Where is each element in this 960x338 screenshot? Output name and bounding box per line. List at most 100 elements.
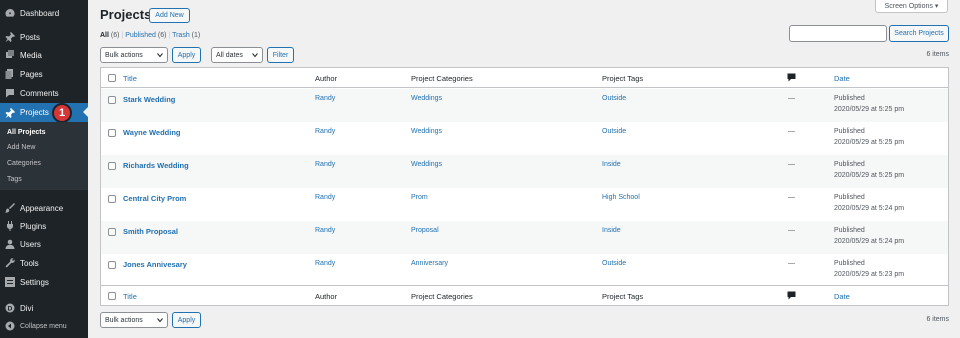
filter-button[interactable]: Filter [267, 47, 294, 63]
chevron-down-icon [252, 53, 258, 58]
post-date: 2020/05/29 at 5:25 pm [834, 139, 905, 146]
author-link[interactable]: Randy [315, 227, 335, 234]
step-badge: 1 [52, 103, 72, 123]
author-link[interactable]: Randy [315, 194, 335, 201]
items-count: 6 items [926, 51, 949, 58]
menu-users[interactable]: Users [0, 235, 88, 253]
admin-sidebar: Dashboard Posts Media Pages Comments Pro… [0, 0, 88, 338]
chevron-down-icon [157, 318, 163, 323]
menu-label: Projects [20, 108, 49, 117]
filter-all[interactable]: All (6) [100, 32, 119, 39]
table-header: Title Author Project Categories Project … [101, 68, 948, 88]
column-date[interactable]: Date [834, 292, 850, 301]
menu-dashboard[interactable]: Dashboard [0, 4, 88, 22]
tag-link[interactable]: Inside [602, 161, 621, 168]
dashboard-icon [5, 8, 15, 18]
author-link[interactable]: Randy [315, 128, 335, 135]
category-link[interactable]: Weddings [411, 161, 442, 168]
collapse-menu[interactable]: Collapse menu [0, 317, 88, 335]
author-link[interactable]: Randy [315, 260, 335, 267]
row-checkbox[interactable] [108, 162, 116, 170]
submenu-all-projects[interactable]: All Projects [7, 129, 46, 136]
row-checkbox[interactable] [108, 129, 116, 137]
bulk-actions-select[interactable]: Bulk actions [100, 47, 168, 63]
category-link[interactable]: Proposal [411, 227, 439, 234]
date-filter-select[interactable]: All dates [211, 47, 263, 63]
menu-label: Users [20, 239, 41, 249]
menu-label: Media [20, 50, 42, 60]
status-filters: All (6) | Published (6) | Trash (1) [100, 32, 200, 39]
screen-options-button[interactable]: Screen Options ▾ [875, 0, 948, 13]
submenu-add-new[interactable]: Add New [7, 144, 35, 151]
category-link[interactable]: Weddings [411, 95, 442, 102]
post-date: 2020/05/29 at 5:24 pm [834, 238, 905, 245]
post-date: 2020/05/29 at 5:24 pm [834, 205, 905, 212]
menu-label: Comments [20, 88, 59, 98]
column-categories: Project Categories [411, 74, 473, 83]
menu-tools[interactable]: Tools [0, 254, 88, 272]
menu-label: Settings [20, 277, 49, 287]
project-title-link[interactable]: Central City Prom [123, 194, 186, 203]
tag-link[interactable]: High School [602, 194, 640, 201]
svg-text:D: D [8, 305, 13, 312]
author-link[interactable]: Randy [315, 95, 335, 102]
apply-button-bottom[interactable]: Apply [172, 312, 201, 328]
project-title-link[interactable]: Richards Wedding [123, 161, 189, 170]
project-title-link[interactable]: Wayne Wedding [123, 128, 181, 137]
filter-trash[interactable]: Trash (1) [172, 32, 200, 39]
add-new-button[interactable]: Add New [149, 8, 190, 23]
search-input[interactable] [789, 25, 887, 42]
table-row: Richards Wedding Randy Weddings Inside — Publ… [101, 155, 948, 188]
category-link[interactable]: Weddings [411, 128, 442, 135]
menu-label: Posts [20, 32, 41, 42]
comment-count: — [788, 95, 795, 102]
column-title[interactable]: Title [123, 292, 137, 301]
pages-icon [5, 69, 15, 79]
row-checkbox[interactable] [108, 195, 116, 203]
menu-appearance[interactable]: Appearance [0, 199, 88, 217]
search-projects-button[interactable]: Search Projects [889, 25, 949, 42]
menu-label: Pages [20, 69, 43, 79]
tag-link[interactable]: Outside [602, 260, 626, 267]
comment-count: — [788, 194, 795, 201]
media-icon [5, 50, 15, 60]
project-title-link[interactable]: Stark Wedding [123, 95, 175, 104]
column-tags: Project Tags [602, 74, 644, 83]
menu-comments[interactable]: Comments [0, 84, 88, 102]
select-all-checkbox[interactable] [108, 292, 116, 300]
comment-bubble-icon [787, 73, 796, 82]
projects-table: Title Author Project Categories Project … [100, 67, 949, 306]
menu-settings[interactable]: Settings [0, 273, 88, 291]
menu-label: Plugins [20, 221, 47, 231]
tag-link[interactable]: Outside [602, 128, 626, 135]
menu-plugins[interactable]: Plugins [0, 217, 88, 235]
menu-pages[interactable]: Pages [0, 65, 88, 83]
row-checkbox[interactable] [108, 228, 116, 236]
category-link[interactable]: Anniversary [411, 260, 448, 267]
row-checkbox[interactable] [108, 96, 116, 104]
menu-posts[interactable]: Posts [0, 28, 88, 46]
column-date[interactable]: Date [834, 74, 850, 83]
row-checkbox[interactable] [108, 261, 116, 269]
submenu-categories[interactable]: Categories [7, 160, 41, 167]
comment-count: — [788, 260, 795, 267]
submenu-tags[interactable]: Tags [7, 176, 22, 183]
menu-projects[interactable]: Projects 1 [0, 103, 88, 123]
project-title-link[interactable]: Smith Proposal [123, 227, 178, 236]
bulk-actions-select-bottom[interactable]: Bulk actions [100, 312, 168, 328]
pin-icon [5, 32, 15, 42]
filter-separator: | [168, 32, 171, 39]
column-title[interactable]: Title [123, 74, 137, 83]
apply-button[interactable]: Apply [172, 47, 201, 63]
tag-link[interactable]: Outside [602, 95, 626, 102]
table-footer: Title Author Project Categories Project … [101, 285, 948, 305]
author-link[interactable]: Randy [315, 161, 335, 168]
menu-divi[interactable]: D Divi [0, 299, 88, 317]
category-link[interactable]: Prom [411, 194, 428, 201]
menu-media[interactable]: Media [0, 46, 88, 64]
tag-link[interactable]: Inside [602, 227, 621, 234]
select-all-checkbox[interactable] [108, 74, 116, 82]
filter-published[interactable]: Published (6) [125, 32, 166, 39]
menu-label: Dashboard [20, 8, 60, 18]
project-title-link[interactable]: Jones Annivesary [123, 260, 187, 269]
